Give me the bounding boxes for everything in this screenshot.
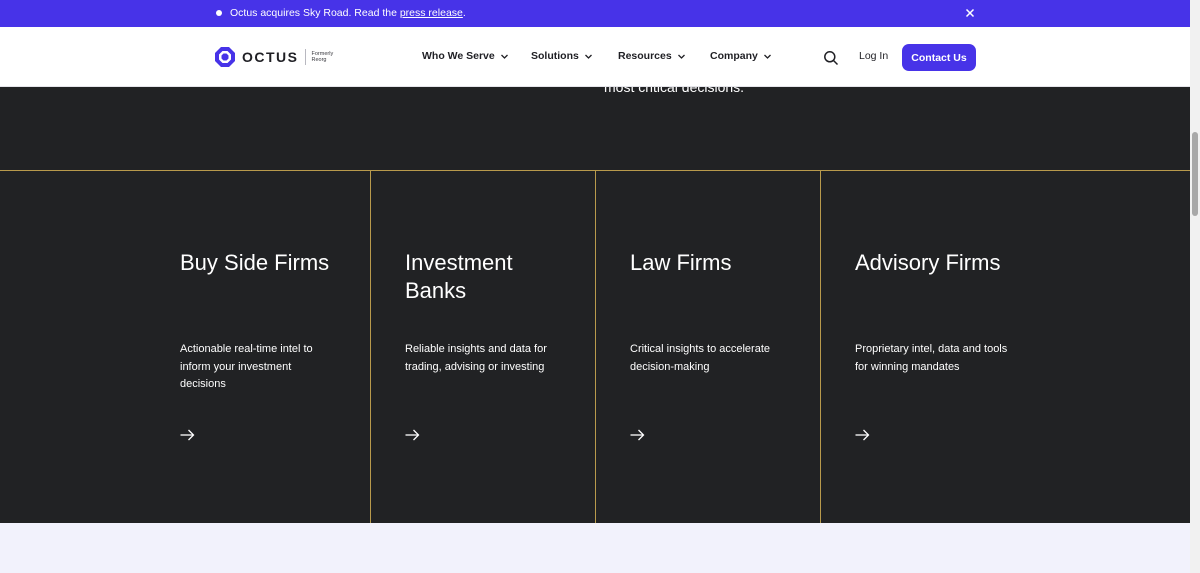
nav-item-who-we-serve[interactable]: Who We Serve: [422, 50, 509, 62]
scrollbar-thumb[interactable]: [1192, 132, 1198, 216]
arrow-right-icon[interactable]: [855, 429, 870, 441]
announcement-banner: Octus acquires Sky Road. Read the press …: [0, 0, 1190, 27]
main-nav: Who We Serve Solutions Resources Company: [0, 50, 1190, 64]
card-advisory-firms[interactable]: Advisory Firms Proprietary intel, data a…: [855, 171, 1080, 523]
card-investment-banks[interactable]: Investment Banks Reliable insights and d…: [405, 171, 630, 523]
nav-label: Solutions: [531, 50, 579, 62]
chevron-down-icon: [763, 54, 771, 59]
chevron-down-icon: [500, 54, 508, 59]
chevron-down-icon: [584, 54, 592, 59]
press-release-link[interactable]: press release: [400, 7, 463, 19]
close-icon[interactable]: [963, 6, 977, 20]
page-scrollbar[interactable]: [1190, 0, 1200, 573]
audience-section: most critical decisions. Buy Side Firms …: [0, 87, 1190, 523]
nav-item-company[interactable]: Company: [710, 50, 772, 62]
banner-suffix: .: [462, 7, 466, 19]
search-icon[interactable]: [823, 50, 839, 66]
nav-label: Company: [710, 50, 758, 62]
next-section: [0, 523, 1190, 573]
card-law-firms[interactable]: Law Firms Critical insights to accelerat…: [630, 171, 855, 523]
contact-us-button[interactable]: Contact Us: [902, 44, 976, 71]
banner-text: Octus acquires Sky Road. Read the press …: [230, 7, 466, 19]
chevron-down-icon: [677, 54, 685, 59]
card-title: Investment Banks: [405, 250, 513, 303]
nav-item-resources[interactable]: Resources: [618, 50, 686, 62]
nav-label: Who We Serve: [422, 50, 495, 62]
arrow-right-icon[interactable]: [405, 429, 420, 441]
dot-icon: [216, 10, 222, 16]
card-buy-side-firms[interactable]: Buy Side Firms Actionable real-time inte…: [180, 171, 405, 523]
nav-item-solutions[interactable]: Solutions: [531, 50, 593, 62]
arrow-right-icon[interactable]: [630, 429, 645, 441]
card-title: Law Firms: [630, 250, 732, 275]
banner-message: Octus acquires Sky Road. Read the: [230, 7, 400, 19]
login-link[interactable]: Log In: [859, 50, 888, 62]
nav-label: Resources: [618, 50, 672, 62]
card-title: Buy Side Firms: [180, 250, 330, 275]
card-description: Actionable real-time intel to inform you…: [180, 343, 313, 390]
arrow-right-icon[interactable]: [180, 429, 195, 441]
card-description: Reliable insights and data for trading, …: [405, 343, 547, 373]
card-description: Critical insights to accelerate decision…: [630, 343, 771, 373]
site-header: OCTUS Formerly Reorg Who We Serve Soluti…: [0, 27, 1190, 87]
hero-cut-text: most critical decisions.: [604, 87, 745, 95]
card-title: Advisory Firms: [855, 250, 1001, 275]
card-description: Proprietary intel, data and tools for wi…: [855, 343, 1008, 373]
